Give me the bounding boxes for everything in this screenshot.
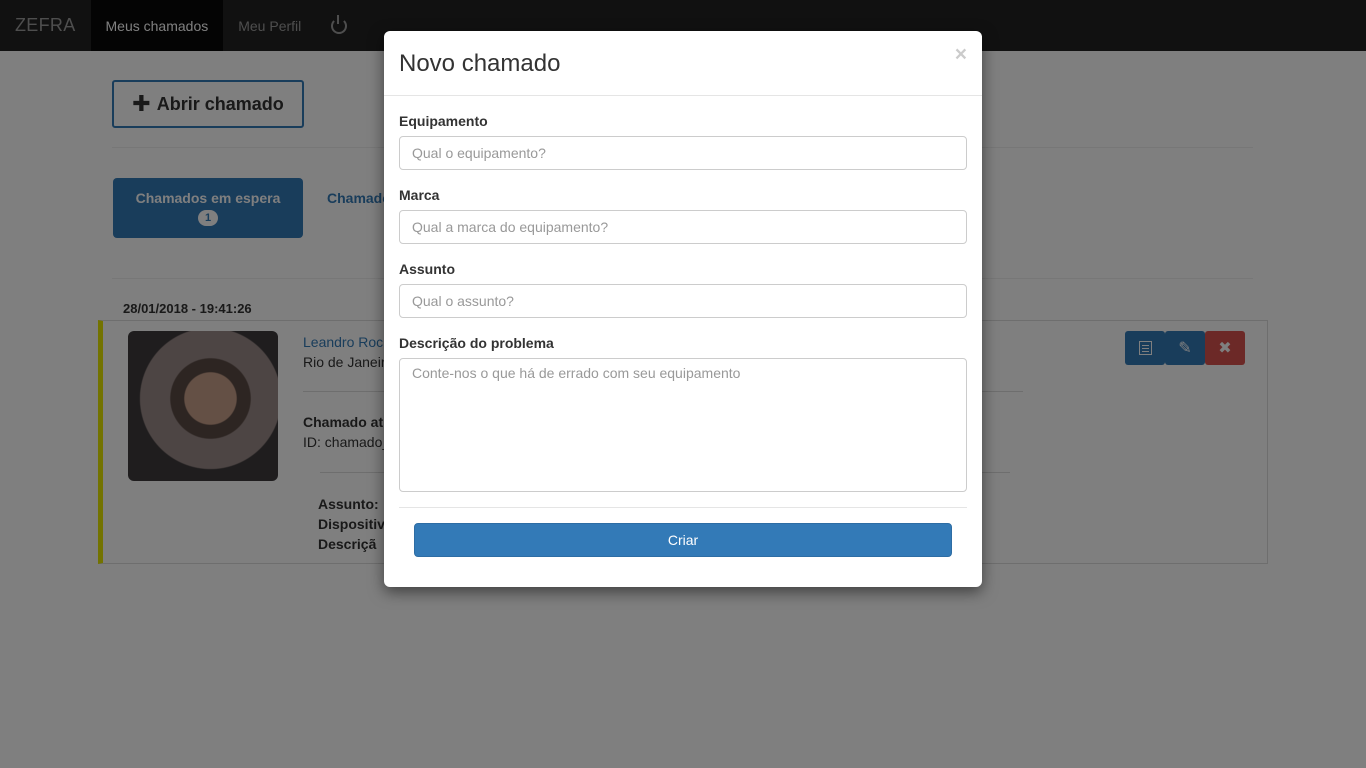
subject-label: Assunto xyxy=(399,261,455,277)
description-label: Descrição do problema xyxy=(399,335,554,351)
create-button[interactable]: Criar xyxy=(414,523,952,557)
brand-label: Marca xyxy=(399,187,440,203)
equipment-input[interactable] xyxy=(399,136,967,170)
new-ticket-modal: Novo chamado × Equipamento Marca Assunto… xyxy=(384,31,982,587)
equipment-label: Equipamento xyxy=(399,113,488,129)
modal-title: Novo chamado xyxy=(399,50,561,77)
modal-header: Novo chamado × xyxy=(384,31,982,96)
brand-input[interactable] xyxy=(399,210,967,244)
close-button[interactable]: × xyxy=(955,44,967,65)
divider xyxy=(399,507,967,508)
description-textarea[interactable] xyxy=(399,358,967,492)
subject-input[interactable] xyxy=(399,284,967,318)
